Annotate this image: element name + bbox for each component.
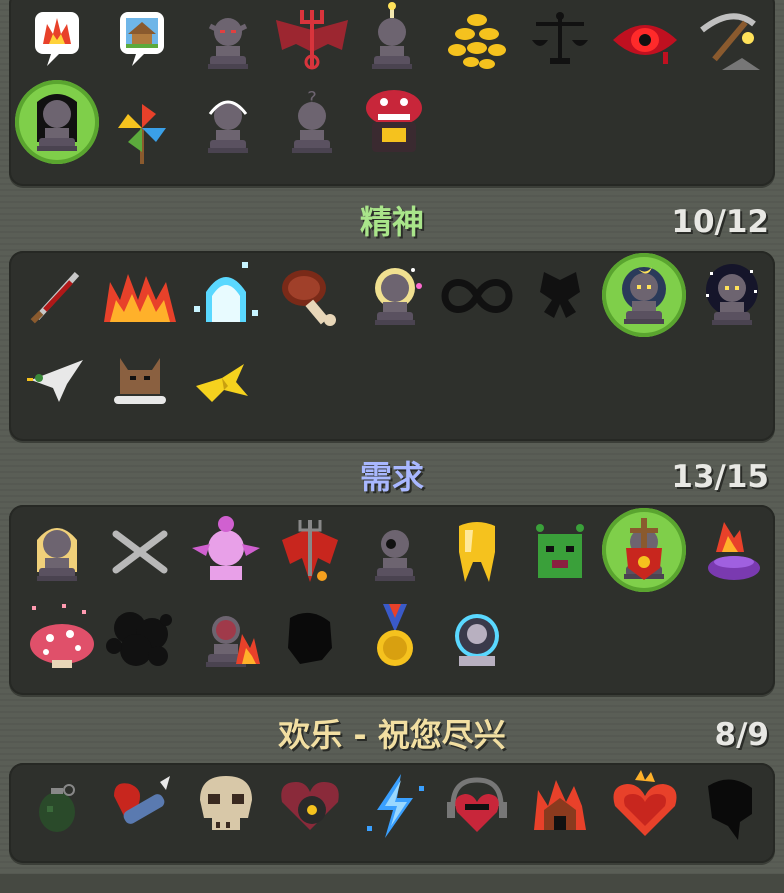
lightning-icon[interactable] <box>355 766 435 846</box>
meat-leg-icon[interactable] <box>268 256 348 336</box>
mimic-chest-icon[interactable] <box>354 84 434 164</box>
red-eye-icon[interactable] <box>605 0 685 80</box>
crossed-bones-icon[interactable] <box>100 512 180 592</box>
statue-fire-icon[interactable] <box>186 598 266 678</box>
statue-candle-icon[interactable] <box>352 0 432 80</box>
red-mushroom-icon[interactable] <box>22 598 102 678</box>
statue-question-icon[interactable]: ? <box>272 84 352 164</box>
bottom-bar <box>0 874 784 893</box>
gold-medal-icon[interactable] <box>355 598 435 678</box>
golden-tooth-icon[interactable] <box>437 512 517 592</box>
fire-wall-icon[interactable] <box>100 256 180 336</box>
category-title: 精神 <box>359 203 424 241</box>
fire-pot-icon[interactable] <box>690 512 770 592</box>
black-shape-icon[interactable] <box>270 598 350 678</box>
sword-shield-icon[interactable] <box>604 510 684 590</box>
black-silhouette-icon[interactable] <box>690 766 770 846</box>
statue-pink-skull-icon[interactable] <box>186 512 266 592</box>
statue-moon-icon[interactable] <box>604 255 684 335</box>
bird-icon[interactable] <box>17 340 97 420</box>
black-smoke-icon[interactable] <box>100 598 180 678</box>
category-header-fun: 欢乐 - 祝您尽兴 8/9 <box>9 709 775 761</box>
statue-halo-icon[interactable] <box>188 84 268 164</box>
category-count: 13/15 <box>671 459 769 495</box>
red-dragon-icon[interactable] <box>270 512 350 592</box>
astronaut-icon[interactable] <box>437 598 517 678</box>
category-title: 需求 <box>359 458 424 496</box>
infinity-icon[interactable] <box>437 256 517 336</box>
gold-coins-icon[interactable] <box>437 0 517 80</box>
heart-headphones-icon[interactable] <box>437 766 517 846</box>
statue-demon-icon[interactable] <box>188 0 268 80</box>
pinwheel-icon[interactable] <box>102 90 182 170</box>
banana-peel-icon[interactable] <box>182 340 262 420</box>
statue-blonde-woman-icon[interactable] <box>17 512 97 592</box>
grenade-icon[interactable] <box>17 766 97 846</box>
ghost-ice-icon[interactable] <box>186 256 266 336</box>
category-count: 8/9 <box>714 717 769 753</box>
fire-speech-icon[interactable] <box>17 0 97 80</box>
rocket-heart-icon[interactable] <box>100 766 180 846</box>
category-header-needs: 需求 13/15 <box>9 451 775 503</box>
statue-stars-icon[interactable] <box>692 256 772 336</box>
fire-heart-icon[interactable] <box>605 766 685 846</box>
statue-shadow-icon[interactable] <box>17 82 97 162</box>
bomb-heart-icon[interactable] <box>270 766 350 846</box>
pickaxe-icon[interactable] <box>692 0 772 80</box>
category-title: 欢乐 - 祝您尽兴 <box>278 716 506 754</box>
category-header-spirit: 精神 10/12 <box>9 196 775 248</box>
statue-blonde-icon[interactable] <box>355 256 435 336</box>
devil-wings-trident-icon[interactable] <box>272 0 352 80</box>
wolf-bone-icon[interactable] <box>100 340 180 420</box>
butterfly-silhouette-icon[interactable] <box>520 256 600 336</box>
svg-text:?: ? <box>307 88 317 109</box>
burning-house-icon[interactable] <box>520 766 600 846</box>
statue-black-eye-icon[interactable] <box>355 512 435 592</box>
category-count: 10/12 <box>671 204 769 240</box>
green-goblin-icon[interactable] <box>520 512 600 592</box>
house-speech-icon[interactable] <box>102 0 182 80</box>
scales-icon[interactable] <box>520 0 600 80</box>
skull-icon[interactable] <box>186 766 266 846</box>
bloody-sword-icon[interactable] <box>17 256 97 336</box>
